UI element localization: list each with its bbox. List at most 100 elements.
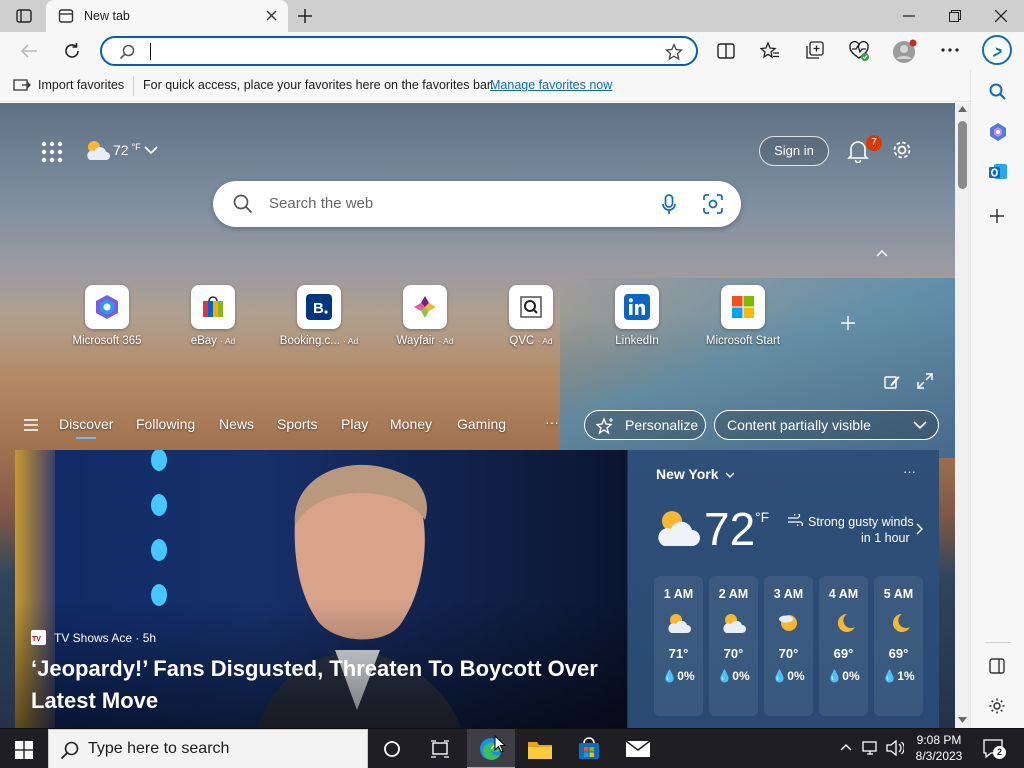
new-tab-button[interactable] <box>297 8 313 24</box>
scrollbar-thumb[interactable] <box>958 121 967 189</box>
quick-link-ebay[interactable]: eBay · Ad <box>160 285 266 347</box>
hourly-forecast-item: 2 AM 70° 💧0% <box>709 576 758 716</box>
weather-city[interactable]: New York <box>656 466 719 482</box>
task-view-icon[interactable] <box>430 740 450 758</box>
add-favorite-star-icon[interactable] <box>665 43 683 61</box>
bing-chat-icon[interactable] <box>982 35 1012 67</box>
partly-cloudy-night-icon <box>667 614 691 633</box>
page-settings-gear-icon[interactable] <box>891 139 913 161</box>
ad-tag: · Ad <box>220 336 236 346</box>
tab-new-tab[interactable]: New tab <box>46 0 288 32</box>
quick-link-qvc[interactable]: QVC · Ad <box>478 285 584 347</box>
taskbar-edge-button[interactable] <box>467 729 515 768</box>
quick-link-label: Wayfair <box>396 335 436 347</box>
browser-essentials-icon[interactable] <box>848 40 870 62</box>
import-favorites-icon[interactable] <box>13 77 31 93</box>
hour-temp: 69° <box>833 646 854 661</box>
weather-card[interactable]: New York ··· 72 °F Strong gusty winds in… <box>627 450 939 728</box>
split-screen-icon[interactable] <box>717 42 735 60</box>
feed-tab-news[interactable]: News <box>219 416 254 432</box>
edge-sidebar <box>970 70 1024 728</box>
sidebar-settings-gear-icon[interactable] <box>988 697 1006 715</box>
address-input[interactable] <box>148 43 648 61</box>
action-center-icon[interactable]: 2 <box>983 739 1006 759</box>
sidebar-copilot-icon[interactable] <box>988 122 1008 142</box>
quick-link-microsoft-start[interactable]: Microsoft Start <box>690 285 796 347</box>
quick-link-booking[interactable]: B Booking.c... · Ad <box>266 285 372 347</box>
feed-tab-following[interactable]: Following <box>136 416 195 432</box>
page-scrollbar[interactable] <box>955 103 970 728</box>
weather-more-button[interactable]: ··· <box>903 464 916 479</box>
collections-icon[interactable] <box>805 41 825 61</box>
windows-taskbar: Type here to search 9:08 PM 8/3/2023 2 <box>0 728 1024 768</box>
chevron-down-icon[interactable] <box>725 472 735 479</box>
partly-cloudy-night-icon <box>658 511 700 546</box>
hero-headline[interactable]: ‘Jeopardy!’ Fans Disgusted, Threaten To … <box>31 653 621 717</box>
favorites-icon[interactable] <box>760 41 780 61</box>
content-visibility-select[interactable]: Content partially visible <box>714 410 939 440</box>
sidebar-outlook-icon[interactable] <box>988 162 1008 182</box>
feed-tab-money[interactable]: Money <box>390 416 432 432</box>
system-clock[interactable]: 9:08 PM 8/3/2023 <box>912 732 966 764</box>
microsoft-store-icon[interactable] <box>577 737 601 761</box>
app-launcher-icon[interactable] <box>41 141 63 163</box>
feed-tab-gaming[interactable]: Gaming <box>457 416 506 432</box>
close-window-button[interactable] <box>995 10 1007 22</box>
taskbar-search-box[interactable]: Type here to search <box>48 729 368 768</box>
chevron-right-icon[interactable] <box>916 523 924 535</box>
cortana-icon[interactable] <box>383 740 401 758</box>
show-hidden-icons-chevron-up-icon[interactable] <box>840 743 852 751</box>
quick-link-linkedin[interactable]: LinkedIn <box>584 285 690 347</box>
visual-search-icon[interactable] <box>703 194 723 214</box>
file-explorer-icon[interactable] <box>527 739 553 761</box>
restore-button[interactable] <box>949 10 961 22</box>
settings-more-icon[interactable] <box>941 48 959 52</box>
tab-actions-icon[interactable] <box>16 9 32 23</box>
address-bar[interactable] <box>100 36 698 66</box>
personalize-button[interactable]: Personalize <box>584 410 706 440</box>
refresh-button[interactable] <box>63 42 81 60</box>
sidebar-add-icon[interactable] <box>989 208 1005 224</box>
back-button[interactable] <box>20 43 38 59</box>
weather-chip[interactable]: 72 °F <box>84 138 158 162</box>
quick-link-microsoft-365[interactable]: Microsoft 365 <box>54 285 160 347</box>
hourly-forecast-item: 3 AM 70° 💧0% <box>764 576 813 716</box>
hero-news-card[interactable]: TV TV Shows Ace · 5h ‘Jeopardy!’ Fans Di… <box>15 450 627 728</box>
edit-background-icon[interactable] <box>884 374 900 390</box>
import-favorites-link[interactable]: Import favorites <box>38 78 124 92</box>
quick-link-wayfair[interactable]: Wayfair · Ad <box>372 285 478 347</box>
windows-start-icon[interactable] <box>15 741 33 759</box>
collapse-chevron-up-icon[interactable] <box>876 249 888 257</box>
feed-more-button[interactable]: ··· <box>545 414 559 430</box>
network-icon[interactable] <box>862 740 880 756</box>
sidebar-hide-icon[interactable] <box>989 658 1005 674</box>
profile-avatar[interactable] <box>892 39 918 65</box>
hour-precip: 0% <box>842 669 860 683</box>
minimize-button[interactable] <box>903 15 915 17</box>
scroll-down-icon[interactable] <box>958 717 967 723</box>
scroll-up-icon[interactable] <box>958 106 967 112</box>
manage-favorites-link[interactable]: Manage favorites now <box>490 78 612 92</box>
clock-time: 9:08 PM <box>916 733 962 747</box>
close-tab-icon[interactable] <box>266 10 277 21</box>
add-quick-link-icon[interactable] <box>840 315 856 331</box>
sign-in-label: Sign in <box>774 143 814 158</box>
sign-in-button[interactable]: Sign in <box>759 136 829 166</box>
feed-tab-discover[interactable]: Discover <box>59 416 113 432</box>
sidebar-search-icon[interactable] <box>989 83 1007 101</box>
microphone-icon[interactable] <box>662 194 676 216</box>
hour-precip: 1% <box>897 669 915 683</box>
microsoft-365-icon <box>85 285 129 329</box>
svg-text:TV: TV <box>32 636 41 643</box>
feed-tab-sports[interactable]: Sports <box>277 416 317 432</box>
mail-icon[interactable] <box>625 740 651 758</box>
content-select-value: Content partially visible <box>727 417 871 433</box>
web-search-box[interactable]: Search the web <box>213 181 741 227</box>
ad-tag: · Ad <box>438 336 454 346</box>
svg-text:B: B <box>313 300 324 317</box>
expand-icon[interactable] <box>917 373 933 389</box>
feed-menu-icon[interactable] <box>24 419 38 431</box>
volume-icon[interactable] <box>886 740 904 756</box>
feed-tab-play[interactable]: Play <box>341 416 368 432</box>
active-tab-indicator <box>76 437 96 439</box>
